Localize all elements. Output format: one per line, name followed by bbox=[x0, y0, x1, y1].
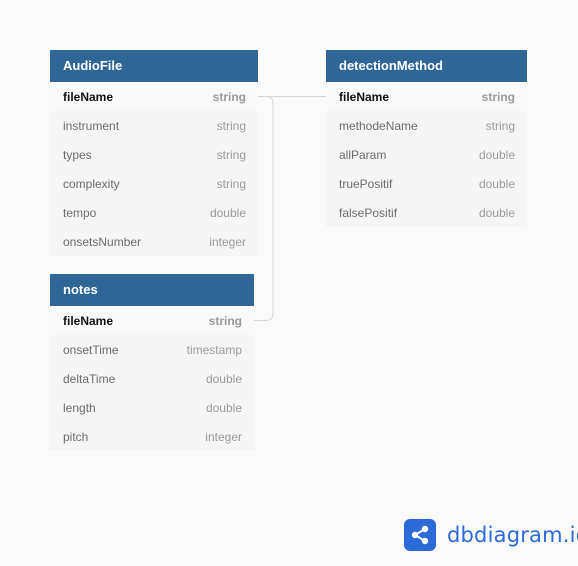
field-name: types bbox=[63, 147, 92, 162]
share-nodes-icon bbox=[404, 519, 436, 551]
field-row-tempo[interactable]: tempo double bbox=[50, 198, 258, 227]
field-name: fileName bbox=[63, 313, 114, 328]
field-type: integer bbox=[209, 234, 246, 249]
field-row-deltatime[interactable]: deltaTime double bbox=[50, 364, 254, 393]
field-row-filename[interactable]: fileName string bbox=[50, 306, 254, 335]
field-type: string bbox=[216, 176, 246, 191]
field-type: string bbox=[485, 118, 515, 133]
field-row-complexity[interactable]: complexity string bbox=[50, 169, 258, 198]
field-type: string bbox=[481, 89, 515, 104]
field-type: string bbox=[208, 313, 242, 328]
field-name: fileName bbox=[339, 89, 390, 104]
field-name: onsetTime bbox=[63, 342, 119, 357]
field-name: tempo bbox=[63, 205, 97, 220]
field-name: onsetsNumber bbox=[63, 234, 142, 249]
field-type: string bbox=[216, 118, 246, 133]
field-row-pitch[interactable]: pitch integer bbox=[50, 422, 254, 451]
table-header[interactable]: AudioFile bbox=[50, 50, 258, 82]
brand-text: dbdiagram.io bbox=[447, 523, 578, 547]
field-type: timestamp bbox=[186, 342, 242, 357]
field-row-types[interactable]: types string bbox=[50, 140, 258, 169]
field-name: fileName bbox=[63, 89, 114, 104]
field-name: methodeName bbox=[339, 118, 418, 133]
field-row-filename[interactable]: fileName string bbox=[50, 82, 258, 111]
field-name: complexity bbox=[63, 176, 120, 191]
field-row-filename[interactable]: fileName string bbox=[326, 82, 527, 111]
table-notes[interactable]: notes fileName string onsetTime timestam… bbox=[50, 274, 254, 450]
field-type: double bbox=[478, 205, 515, 220]
table-header[interactable]: notes bbox=[50, 274, 254, 306]
field-row-instrument[interactable]: instrument string bbox=[50, 111, 258, 140]
brand-watermark[interactable]: dbdiagram.io bbox=[404, 518, 578, 552]
field-type: double bbox=[478, 147, 515, 162]
field-type: string bbox=[212, 89, 246, 104]
field-name: deltaTime bbox=[63, 371, 116, 386]
field-type: double bbox=[209, 205, 246, 220]
field-type: double bbox=[205, 371, 242, 386]
field-name: length bbox=[63, 400, 96, 415]
field-name: falsePositif bbox=[339, 205, 398, 220]
field-row-methodename[interactable]: methodeName string bbox=[326, 111, 527, 140]
field-type: integer bbox=[205, 429, 242, 444]
field-row-allparam[interactable]: allParam double bbox=[326, 140, 527, 169]
field-name: truePositif bbox=[339, 176, 393, 191]
table-audiofile[interactable]: AudioFile fileName string instrument str… bbox=[50, 50, 258, 256]
field-name: instrument bbox=[63, 118, 120, 133]
field-row-onsetsnumber[interactable]: onsetsNumber integer bbox=[50, 227, 258, 256]
field-name: allParam bbox=[339, 147, 387, 162]
table-detectionmethod[interactable]: detectionMethod fileName string methodeN… bbox=[326, 50, 527, 227]
field-row-onsettime[interactable]: onsetTime timestamp bbox=[50, 335, 254, 364]
field-type: string bbox=[216, 147, 246, 162]
field-row-length[interactable]: length double bbox=[50, 393, 254, 422]
table-header[interactable]: detectionMethod bbox=[326, 50, 527, 82]
field-name: pitch bbox=[63, 429, 89, 444]
field-row-falsepositif[interactable]: falsePositif double bbox=[326, 198, 527, 227]
field-type: double bbox=[205, 400, 242, 415]
field-row-truepositif[interactable]: truePositif double bbox=[326, 169, 527, 198]
field-type: double bbox=[478, 176, 515, 191]
